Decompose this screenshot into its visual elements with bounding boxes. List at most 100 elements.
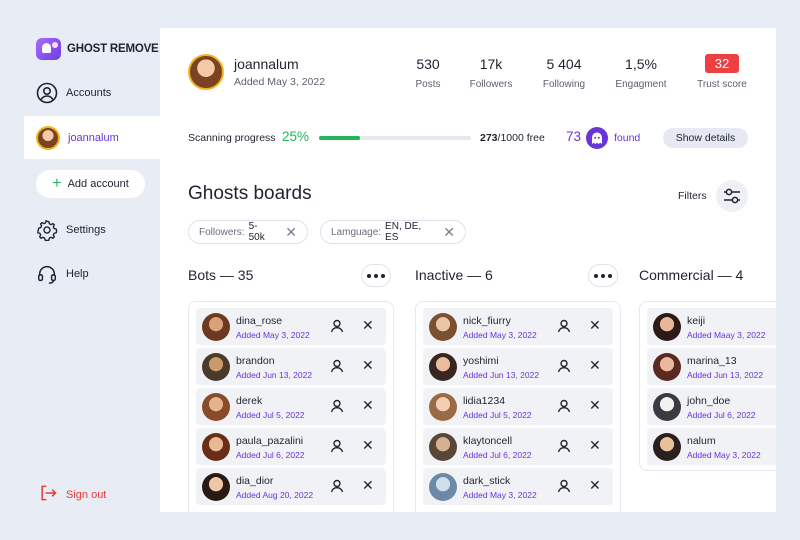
user-profile-icon[interactable] — [330, 479, 344, 493]
avatar — [429, 393, 457, 421]
user-profile-icon[interactable] — [557, 399, 571, 413]
page-title: Ghosts boards — [188, 183, 312, 204]
scan-count: 273/1000 free — [480, 132, 545, 144]
ghost-added-date: Added Jun 13, 2022 — [687, 370, 764, 380]
user-profile-icon[interactable] — [557, 439, 571, 453]
user-profile-icon[interactable] — [330, 439, 344, 453]
stat-engagement: 1,5% Engagment — [613, 56, 669, 90]
list-item: nalumAdded May 3, 2022✕ — [647, 428, 776, 465]
user-profile-icon[interactable] — [330, 319, 344, 333]
dot-icon — [608, 273, 612, 278]
add-account-label: Add account — [67, 178, 129, 190]
stat-following: 5 404 Following — [538, 56, 590, 90]
gear-icon — [36, 219, 58, 241]
found-count: 73 — [566, 129, 582, 144]
list-item: dark_stick Added May 3, 2022 ✕ — [423, 468, 613, 505]
sliders-icon — [724, 188, 740, 204]
active-account-name: joannalum — [68, 131, 119, 144]
scan-total: /1000 free — [497, 132, 545, 144]
avatar — [202, 313, 230, 341]
remove-icon[interactable]: ✕ — [589, 318, 601, 332]
avatar — [36, 125, 60, 150]
filters-label: Filters — [678, 190, 707, 202]
list-item: nick_fiurry Added May 3, 2022 ✕ — [423, 308, 613, 345]
remove-icon[interactable]: ✕ — [589, 478, 601, 492]
user-profile-icon[interactable] — [557, 479, 571, 493]
avatar — [429, 473, 457, 501]
board-inactive: nick_fiurry Added May 3, 2022 ✕ yoshimi Adde… — [415, 301, 621, 512]
stat-label: Followers — [469, 79, 513, 90]
remove-icon[interactable]: ✕ — [362, 398, 374, 412]
app-logo[interactable]: GHOST REMOVE — [36, 38, 159, 60]
dot-icon — [601, 273, 605, 278]
sidebar-item-label: Accounts — [66, 87, 112, 99]
list-item: klaytoncell Added Jul 6, 2022 ✕ — [423, 428, 613, 465]
ghost-added-date: Added Jul 6, 2022 — [463, 450, 532, 460]
ghost-username: yoshimi — [463, 355, 499, 367]
scan-percent: 25% — [282, 129, 310, 144]
avatar — [429, 313, 457, 341]
remove-icon[interactable]: ✕ — [589, 438, 601, 452]
column-title-inactive: Inactive — 6 — [415, 267, 493, 283]
ghost-username: derek — [236, 395, 263, 407]
ghost-username: lidia1234 — [463, 395, 506, 407]
remove-icon[interactable]: ✕ — [362, 318, 374, 332]
avatar — [653, 433, 681, 461]
ghost-added-date: Added May 3, 2022 — [463, 330, 537, 340]
close-icon[interactable]: ✕ — [443, 225, 455, 239]
close-icon[interactable]: ✕ — [285, 225, 297, 239]
column-menu-button[interactable] — [361, 264, 391, 287]
remove-icon[interactable]: ✕ — [362, 478, 374, 492]
list-item: lidia1234 Added Jul 5, 2022 ✕ — [423, 388, 613, 425]
list-item: derek Added Jul 5, 2022 ✕ — [196, 388, 386, 425]
remove-icon[interactable]: ✕ — [589, 398, 601, 412]
chip-key: Lamguage: — [331, 226, 382, 238]
list-item: john_doeAdded Jul 6, 2022✕ — [647, 388, 776, 425]
sidebar-item-label: Settings — [66, 224, 106, 236]
ghost-added-date: Added Jul 6, 2022 — [236, 450, 305, 460]
filters-button[interactable] — [716, 180, 748, 212]
progress-fill — [319, 136, 361, 140]
ghost-added-date: Added May 3, 2022 — [463, 490, 537, 500]
column-menu-button[interactable] — [588, 264, 618, 287]
user-profile-icon[interactable] — [330, 399, 344, 413]
dot-icon — [374, 273, 378, 278]
chip-key: Followers: — [199, 226, 245, 238]
list-item: yoshimi Added Jun 13, 2022 ✕ — [423, 348, 613, 385]
list-item: paula_pazalini Added Jul 6, 2022 ✕ — [196, 428, 386, 465]
add-account-button[interactable]: + Add account — [36, 170, 145, 198]
avatar — [202, 393, 230, 421]
ghost-username: klaytoncell — [463, 435, 513, 447]
ghost-added-date: Added Jun 13, 2022 — [236, 370, 313, 380]
list-item: dia_dior Added Aug 20, 2022 ✕ — [196, 468, 386, 505]
ghost-added-date: Added Jul 6, 2022 — [687, 410, 756, 420]
user-profile-icon[interactable] — [557, 359, 571, 373]
ghost-username: keiji — [687, 315, 706, 327]
ghost-logo-icon — [36, 38, 61, 60]
filter-chip-followers: Followers: 5-50k ✕ — [188, 220, 308, 244]
chip-value: 5-50k — [248, 221, 265, 243]
sidebar-item-accounts[interactable]: Accounts — [36, 82, 111, 104]
show-details-button[interactable]: Show details — [663, 128, 748, 148]
remove-icon[interactable]: ✕ — [362, 358, 374, 372]
sidebar-item-help[interactable]: Help — [36, 263, 89, 285]
scan-label: Scanning progress — [188, 132, 276, 144]
stat-posts: 530 Posts — [411, 56, 445, 90]
ghost-username: dark_stick — [463, 475, 511, 487]
remove-icon[interactable]: ✕ — [589, 358, 601, 372]
stat-value: 1,5% — [625, 56, 657, 72]
avatar — [653, 393, 681, 421]
user-profile-icon[interactable] — [557, 319, 571, 333]
sign-out-button[interactable]: Sign out — [38, 483, 106, 506]
remove-icon[interactable]: ✕ — [362, 438, 374, 452]
sidebar-item-settings[interactable]: Settings — [36, 219, 106, 241]
ghost-username: nalum — [687, 435, 716, 447]
ghost-added-date: Added Jun 13, 2022 — [463, 370, 540, 380]
ghost-icon — [586, 127, 608, 149]
sidebar: GHOST REMOVE Accounts joannalum + Add ac… — [24, 28, 160, 512]
stat-value: 530 — [416, 56, 440, 72]
ghost-username: nick_fiurry — [463, 315, 511, 327]
sidebar-item-active-account[interactable]: joannalum — [24, 116, 160, 159]
user-profile-icon[interactable] — [330, 359, 344, 373]
stat-label: Engagment — [615, 79, 667, 90]
